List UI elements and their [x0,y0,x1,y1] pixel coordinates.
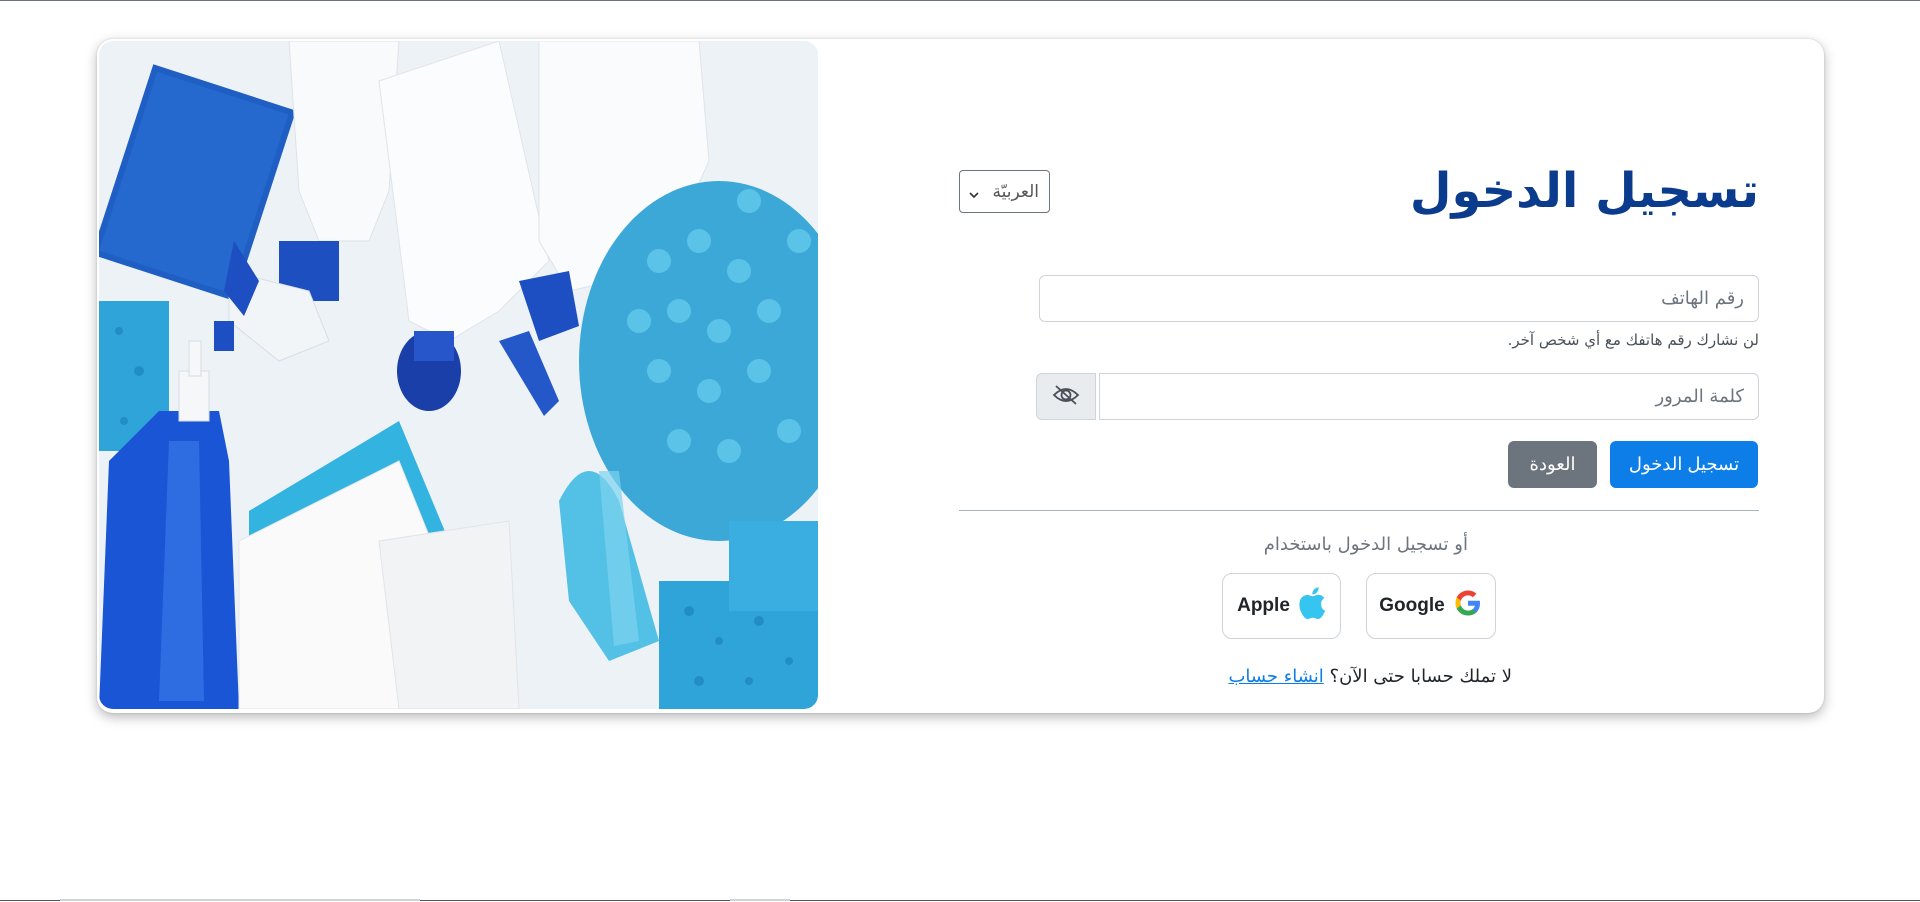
google-label: Google [1379,595,1445,616]
divider [959,510,1759,511]
cleaning-supplies-photo [99,41,818,709]
back-button[interactable]: العودة [1508,441,1597,488]
apple-label: Apple [1237,595,1290,616]
apple-login-button[interactable]: Apple [1222,573,1341,639]
bottom-scroll-segment [60,899,420,901]
google-login-button[interactable]: Google [1366,573,1496,639]
login-form: تسجيل الدخول العربيّة رقم الهاتف لن نشار… [959,131,1760,691]
signup-text: لا تملك حسابا حتى الآن؟ انشاء حساب [1228,666,1512,687]
language-select-value: العربيّة [992,181,1039,202]
social-login-prompt: أو تسجيل الدخول باستخدام [1263,534,1468,555]
eye-slash-icon [1052,384,1080,410]
password-input[interactable]: كلمة المرور [1099,373,1759,420]
signup-question: لا تملك حسابا حتى الآن؟ [1329,666,1512,687]
chevron-down-icon [968,186,980,198]
language-select[interactable]: العربيّة [959,170,1050,213]
phone-input[interactable]: رقم الهاتف [1039,275,1759,322]
bottom-border [0,899,1920,901]
toggle-password-button[interactable] [1036,373,1096,420]
login-card: تسجيل الدخول العربيّة رقم الهاتف لن نشار… [97,39,1824,713]
google-icon [1453,588,1483,624]
apple-icon [1298,586,1326,626]
phone-placeholder: رقم الهاتف [1661,288,1744,309]
phone-hint: لن نشارك رقم هاتفك مع أي شخص آخر. [1507,331,1759,349]
create-account-link[interactable]: انشاء حساب [1228,666,1323,687]
login-button[interactable]: تسجيل الدخول [1610,441,1758,488]
page-title: تسجيل الدخول [1409,163,1760,219]
bottom-scroll-segment [730,899,790,901]
password-placeholder: كلمة المرور [1655,386,1744,407]
top-border [0,0,1920,1]
